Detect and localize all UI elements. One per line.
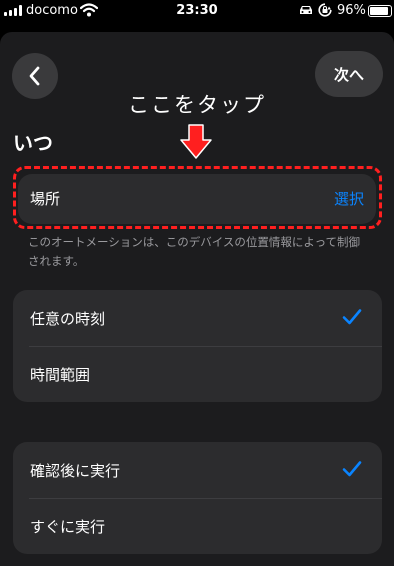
option-label: 時間範囲: [30, 366, 91, 384]
option-label: すぐに実行: [30, 518, 106, 536]
option-label: 確認後に実行: [30, 462, 121, 480]
section-title-when: いつ: [13, 131, 53, 155]
run-options-group: 確認後に実行 すぐに実行: [13, 442, 382, 554]
option-run-immediately[interactable]: すぐに実行: [13, 498, 382, 554]
annotation-highlight-box: [13, 166, 382, 229]
down-arrow-icon: [180, 124, 212, 159]
tap-here-annotation: ここをタップ: [128, 93, 266, 117]
battery-percentage: 96%: [337, 3, 366, 18]
lock-rotation-icon: [318, 3, 332, 17]
option-any-time[interactable]: 任意の時刻: [13, 290, 382, 346]
option-run-after-confirmation[interactable]: 確認後に実行: [13, 442, 382, 498]
automation-sheet: 次へ ここをタップ いつ 場所 選択 このオートメーションは、このデバイスの位置…: [0, 32, 394, 566]
timing-options-group: 任意の時刻 時間範囲: [13, 290, 382, 402]
checkmark-icon: [342, 309, 362, 325]
option-label: 任意の時刻: [30, 310, 106, 328]
chevron-left-icon: [29, 66, 40, 86]
status-time: 23:30: [176, 3, 218, 18]
status-bar: docomo 23:30 96%: [0, 0, 394, 22]
battery-icon: [368, 5, 392, 17]
option-time-range[interactable]: 時間範囲: [13, 346, 382, 402]
checkmark-icon: [342, 461, 362, 477]
location-footnote: このオートメーションは、このデバイスの位置情報によって制御されます。: [28, 235, 361, 268]
car-icon: [300, 6, 312, 14]
